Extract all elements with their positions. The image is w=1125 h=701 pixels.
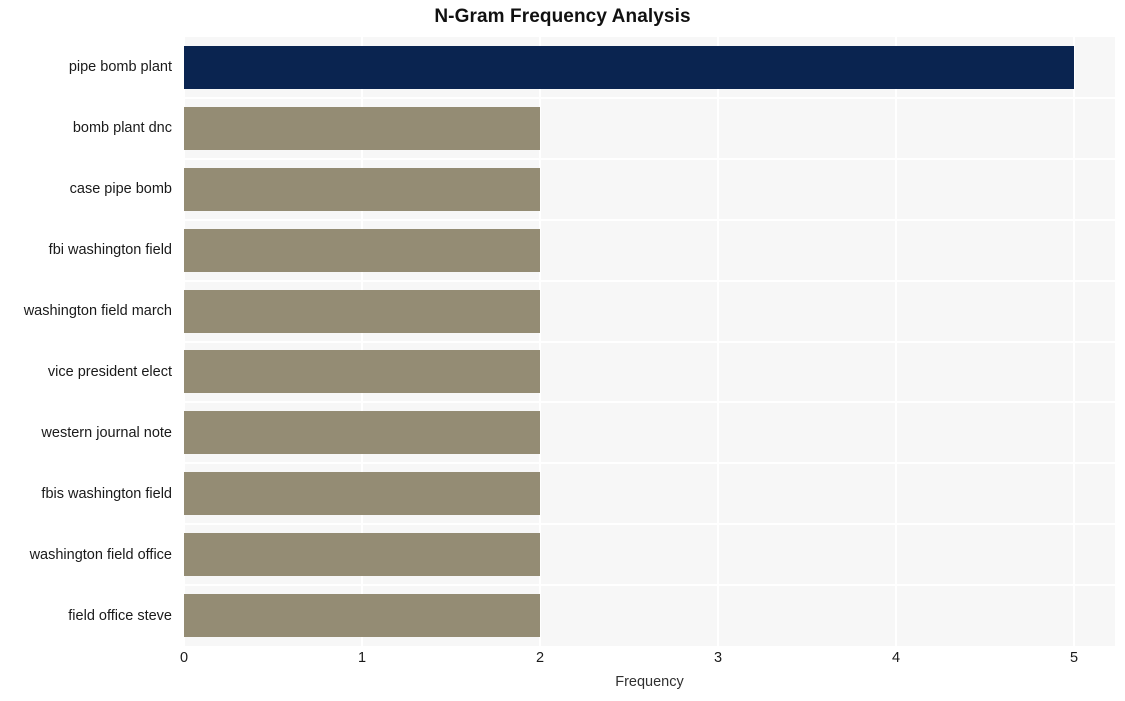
y-gridline [184, 340, 1115, 343]
bar [184, 472, 541, 516]
y-gridline [184, 462, 1115, 465]
y-axis-tick-label: western journal note [41, 424, 172, 441]
x-axis-tick-label: 1 [357, 650, 367, 666]
x-axis-tick-label: 5 [1070, 650, 1079, 666]
y-axis-tick-label: fbi washington field [48, 242, 172, 259]
x-axis-tick-label: 3 [713, 650, 723, 666]
y-gridline [184, 401, 1115, 404]
bar [184, 106, 541, 150]
bar [184, 45, 1075, 89]
x-axis-tick-label: 2 [535, 650, 545, 666]
y-axis-tick-label: pipe bomb plant [68, 59, 172, 76]
bar [184, 228, 541, 272]
bar [184, 289, 541, 333]
y-axis-tick-label: washington field march [23, 303, 172, 320]
bar [184, 594, 541, 638]
y-gridline [184, 523, 1115, 526]
y-axis-tick-label: field office steve [68, 607, 172, 624]
bar [184, 533, 541, 577]
y-gridline [184, 584, 1115, 587]
y-gridline [184, 96, 1115, 99]
y-gridline [184, 279, 1115, 282]
x-axis-tick-label: 0 [179, 650, 189, 666]
bar [184, 167, 541, 211]
x-axis-title: Frequency [615, 674, 684, 690]
y-axis-tick-label: washington field office [29, 546, 172, 563]
x-axis-tick-labels: 0 1 2 3 4 5 [180, 650, 1115, 674]
chart-title: N-Gram Frequency Analysis [434, 6, 691, 27]
y-axis-tick-label: fbis washington field [41, 485, 172, 502]
y-gridline [184, 218, 1115, 221]
y-axis-tick-label: vice president elect [47, 363, 172, 380]
chart-figure: N-Gram Frequency Analysis pipe bomb plan… [0, 0, 1125, 701]
bar [184, 411, 541, 455]
plot-area [184, 37, 1115, 646]
y-axis-tick-labels: pipe bomb plant bomb plant dnc case pipe b… [0, 37, 178, 646]
bar [184, 350, 541, 394]
y-axis-tick-label: case pipe bomb [69, 181, 172, 198]
y-gridline [184, 157, 1115, 160]
x-axis-tick-label: 4 [891, 650, 901, 666]
y-axis-tick-label: bomb plant dnc [72, 120, 172, 137]
